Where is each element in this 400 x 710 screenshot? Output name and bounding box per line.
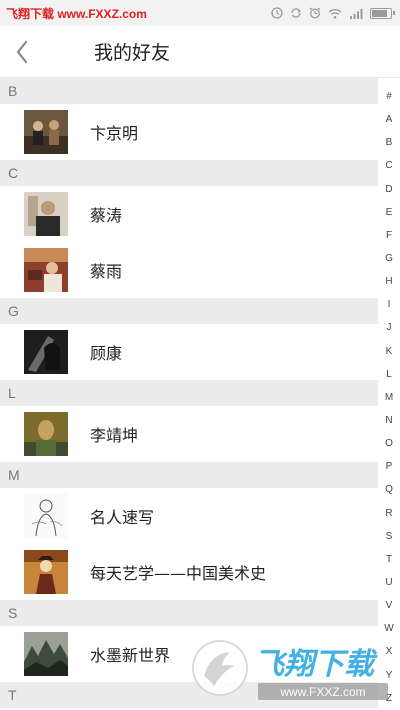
section-header-s: S [0, 600, 378, 626]
friend-name: 每天艺学——中国美术史 [90, 564, 267, 583]
wifi-icon [328, 8, 342, 19]
chevron-left-icon [16, 40, 28, 63]
index-letter-z[interactable]: Z [386, 687, 392, 710]
battery-icon [370, 7, 395, 19]
index-letter-hash[interactable]: # [386, 85, 392, 108]
avatar [24, 494, 68, 538]
friend-name: 卞京明 [90, 124, 139, 143]
section-letter: S [8, 605, 18, 621]
friend-list: B 卞京明 C 蔡涛 蔡雨 G 顾康 L 李靖坤 M 名人速写 每天艺学——中国… [0, 78, 378, 708]
section-header-l: L [0, 380, 378, 406]
watermark-text: 飞翔下载 www.FXXZ.com [6, 6, 147, 21]
index-letter-l[interactable]: L [386, 363, 392, 386]
avatar [24, 550, 68, 594]
app-header: 我的好友 [0, 26, 400, 78]
avatar [24, 412, 68, 456]
index-letter-p[interactable]: P [386, 455, 393, 478]
index-letter-j[interactable]: J [387, 316, 392, 339]
list-item[interactable]: 蔡涛 [0, 186, 378, 242]
signal-icon [350, 8, 363, 19]
section-letter: G [8, 303, 19, 319]
index-letter-o[interactable]: O [385, 432, 393, 455]
sync-icon [291, 8, 301, 18]
list-item[interactable]: 顾康 [0, 324, 378, 380]
list-item[interactable]: 水墨新世界 [0, 626, 378, 682]
index-letter-v[interactable]: V [386, 594, 393, 617]
section-letter: T [8, 687, 17, 703]
index-letter-c[interactable]: C [385, 154, 392, 177]
index-letter-q[interactable]: Q [385, 478, 393, 501]
index-letter-x[interactable]: X [386, 640, 393, 663]
avatar [24, 330, 68, 374]
list-item[interactable]: 蔡雨 [0, 242, 378, 298]
section-header-c: C [0, 160, 378, 186]
index-letter-s[interactable]: S [386, 525, 393, 548]
index-letter-k[interactable]: K [386, 340, 393, 363]
index-letter-i[interactable]: I [388, 293, 391, 316]
avatar [24, 192, 68, 236]
section-letter: C [8, 165, 19, 181]
index-letter-d[interactable]: D [385, 178, 392, 201]
alphabet-index-bar[interactable]: # A B C D E F G H I J K L M N O P Q R S … [378, 85, 400, 710]
index-letter-r[interactable]: R [385, 502, 392, 525]
section-letter: L [8, 385, 16, 401]
avatar [24, 110, 68, 154]
friend-name: 蔡雨 [90, 262, 123, 281]
index-letter-w[interactable]: W [384, 617, 393, 640]
status-icons [271, 7, 395, 19]
avatar [24, 632, 68, 676]
alarm-icon [309, 7, 321, 19]
clock-icon [271, 7, 283, 19]
index-letter-m[interactable]: M [385, 386, 393, 409]
index-letter-a[interactable]: A [386, 108, 393, 131]
friend-name: 水墨新世界 [90, 646, 171, 665]
index-letter-n[interactable]: N [385, 409, 392, 432]
list-item[interactable]: 名人速写 [0, 488, 378, 544]
section-header-g: G [0, 298, 378, 324]
page-title: 我的好友 [94, 42, 171, 64]
friend-name: 蔡涛 [90, 206, 123, 225]
friend-name: 李靖坤 [90, 426, 139, 445]
index-letter-b[interactable]: B [386, 131, 393, 154]
friend-name: 名人速写 [90, 508, 155, 527]
avatar [24, 248, 68, 292]
index-letter-y[interactable]: Y [386, 664, 393, 687]
index-letter-f[interactable]: F [386, 224, 392, 247]
section-header-m: M [0, 462, 378, 488]
section-letter: M [8, 467, 20, 483]
section-header-b: B [0, 78, 378, 104]
back-button[interactable] [2, 26, 42, 78]
section-header-t: T [0, 682, 378, 708]
index-letter-e[interactable]: E [386, 201, 393, 224]
friend-name: 顾康 [90, 344, 123, 363]
list-item[interactable]: 卞京明 [0, 104, 378, 160]
section-letter: B [8, 83, 18, 99]
index-letter-g[interactable]: G [385, 247, 393, 270]
status-bar: 飞翔下载 www.FXXZ.com [0, 0, 400, 26]
list-item[interactable]: 李靖坤 [0, 406, 378, 462]
index-letter-u[interactable]: U [385, 571, 392, 594]
index-letter-t[interactable]: T [386, 548, 392, 571]
list-item[interactable]: 每天艺学——中国美术史 [0, 544, 378, 600]
index-letter-h[interactable]: H [385, 270, 392, 293]
